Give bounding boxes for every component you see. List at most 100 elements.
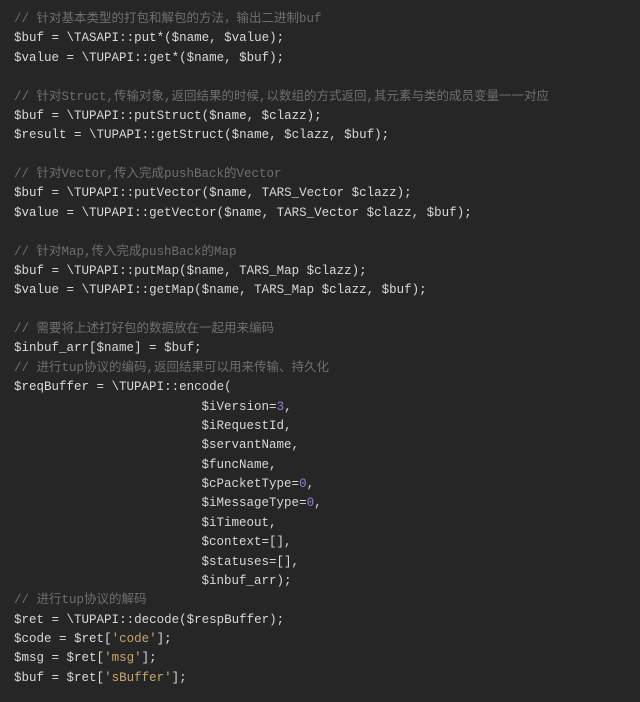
code-token: ); <box>457 206 472 220</box>
code-token: encode( <box>179 380 232 394</box>
code-token: = <box>59 51 82 65</box>
code-token: $msg <box>14 651 44 665</box>
code-token: $funcName <box>202 458 270 472</box>
code-token: $value <box>224 31 269 45</box>
code-token: putMap( <box>134 264 187 278</box>
code-token: = <box>44 186 67 200</box>
code-line: $buf = \TUPAPI::putMap($name, TARS_Map $… <box>14 262 626 281</box>
code-token <box>14 477 202 491</box>
code-token: $respBuffer <box>187 613 270 627</box>
code-token: ]; <box>142 651 157 665</box>
comment-text: // 针对Vector,传入完成pushBack的Vector <box>14 167 282 181</box>
code-token: , <box>367 283 382 297</box>
code-token: = <box>44 671 67 685</box>
code-line: $inbuf_arr[$name] = $buf; <box>14 339 626 358</box>
code-token: $buf <box>14 671 44 685</box>
code-line: $iTimeout, <box>14 514 626 533</box>
code-token: $iMessageType <box>202 496 300 510</box>
code-token: $buf <box>14 109 44 123</box>
code-token: putStruct( <box>134 109 209 123</box>
code-token: $cPacketType <box>202 477 292 491</box>
code-token: TUPAPI <box>74 186 119 200</box>
code-token: = <box>44 264 67 278</box>
code-token: $buf <box>14 31 44 45</box>
code-token: $name <box>209 186 247 200</box>
code-token: $clazz <box>367 206 412 220</box>
code-line: $value = \TUPAPI::getMap($name, TARS_Map… <box>14 281 626 300</box>
code-token <box>14 516 202 530</box>
code-token: \ <box>89 128 97 142</box>
code-token: ); <box>277 574 292 588</box>
code-token: $buf <box>14 264 44 278</box>
code-token: $reqBuffer <box>14 380 89 394</box>
code-token: $buf <box>164 341 194 355</box>
code-token: \ <box>112 380 120 394</box>
code-line: $iRequestId, <box>14 417 626 436</box>
code-token: , TARS_Vector <box>247 186 352 200</box>
code-token: $buf <box>239 51 269 65</box>
code-token: :: <box>134 51 149 65</box>
code-token: $value <box>14 51 59 65</box>
code-token: TUPAPI <box>97 128 142 142</box>
code-line: // 进行tup协议的解码 <box>14 591 626 610</box>
code-token: ; <box>194 341 202 355</box>
code-line <box>14 223 626 242</box>
code-line: $buf = $ret['sBuffer']; <box>14 669 626 688</box>
comment-text: // 进行tup协议的编码,返回结果可以用来传输、持久化 <box>14 361 329 375</box>
code-token: = <box>269 400 277 414</box>
code-token: , <box>412 206 427 220</box>
code-token: :: <box>119 613 134 627</box>
code-token: = <box>59 206 82 220</box>
code-token: [ <box>97 651 105 665</box>
code-token: ); <box>352 264 367 278</box>
code-token: , TARS_Map <box>224 264 307 278</box>
code-token: \ <box>67 31 75 45</box>
code-token: $iVersion <box>202 400 270 414</box>
code-token: , <box>269 516 277 530</box>
code-token: $buf <box>344 128 374 142</box>
code-token: $clazz <box>352 186 397 200</box>
code-token: =[], <box>269 555 299 569</box>
code-token: $name <box>232 128 270 142</box>
code-token: put*( <box>134 31 172 45</box>
code-line: $value = \TUPAPI::getVector($name, TARS_… <box>14 204 626 223</box>
code-token: \ <box>82 206 90 220</box>
code-line: $msg = $ret['msg']; <box>14 649 626 668</box>
code-token: = <box>292 477 300 491</box>
code-token: = <box>299 496 307 510</box>
code-line: $result = \TUPAPI::getStruct($name, $cla… <box>14 126 626 145</box>
code-token: $buf <box>427 206 457 220</box>
code-token: $name <box>202 283 240 297</box>
comment-text: // 需要将上述打好包的数据放在一起用来编码 <box>14 322 274 336</box>
code-token: ); <box>374 128 389 142</box>
code-token: $value <box>14 283 59 297</box>
code-token: getVector( <box>149 206 224 220</box>
code-token <box>14 438 202 452</box>
code-token: ); <box>269 613 284 627</box>
code-token: get*( <box>149 51 187 65</box>
code-line <box>14 301 626 320</box>
code-token: = <box>89 380 112 394</box>
code-token: $clazz <box>284 128 329 142</box>
code-token: $name <box>97 341 135 355</box>
code-token: , TARS_Map <box>239 283 322 297</box>
comment-text: // 针对Map,传入完成pushBack的Map <box>14 245 237 259</box>
code-line: $ret = \TUPAPI::decode($respBuffer); <box>14 611 626 630</box>
code-token: $buf <box>14 186 44 200</box>
code-token: ); <box>269 31 284 45</box>
code-token: , <box>224 51 239 65</box>
code-token: , <box>209 31 224 45</box>
code-token: TUPAPI <box>74 613 119 627</box>
comment-text: // 针对Struct,传输对象,返回结果的时候,以数组的方式返回,其元素与类的… <box>14 90 549 104</box>
code-token <box>14 458 202 472</box>
code-line: $reqBuffer = \TUPAPI::encode( <box>14 378 626 397</box>
code-token <box>14 400 202 414</box>
code-token: TUPAPI <box>74 264 119 278</box>
code-token: :: <box>134 283 149 297</box>
code-token: $value <box>14 206 59 220</box>
code-token: ); <box>307 109 322 123</box>
code-token: , <box>329 128 344 142</box>
code-token: = <box>44 31 67 45</box>
code-line: $inbuf_arr); <box>14 572 626 591</box>
code-token: $clazz <box>322 283 367 297</box>
